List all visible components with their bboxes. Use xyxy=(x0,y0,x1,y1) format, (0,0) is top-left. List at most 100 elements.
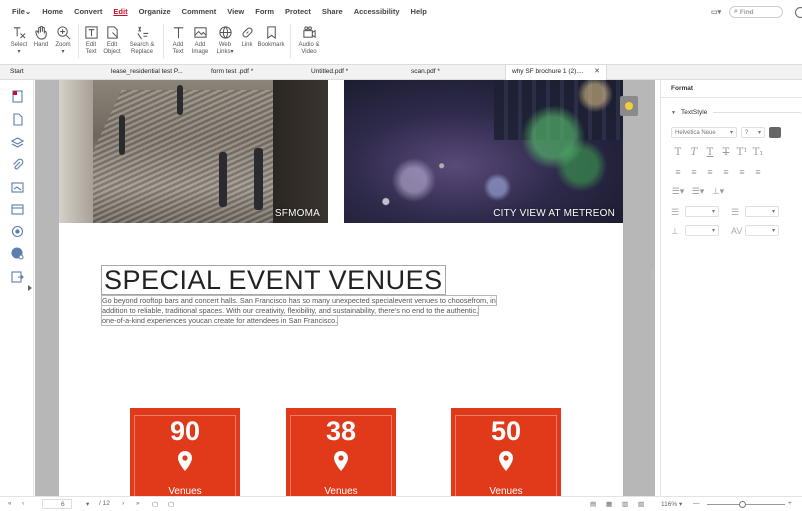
superscript-icon[interactable]: T¹ xyxy=(735,147,749,158)
single-page-view-icon[interactable]: ▢ xyxy=(152,500,158,508)
zoom-out-icon[interactable]: — xyxy=(693,500,700,507)
location-pin-icon[interactable] xyxy=(11,225,24,238)
export-page-icon[interactable] xyxy=(11,270,24,283)
single-page-layout-icon[interactable]: ▤ xyxy=(590,500,596,508)
menu-organize[interactable]: Organize xyxy=(139,7,171,16)
menu-convert[interactable]: Convert xyxy=(74,7,102,16)
tab-untitled[interactable]: Untitled.pdf * xyxy=(305,65,405,80)
attachment-icon[interactable] xyxy=(11,158,24,171)
collapse-icon: ▼ xyxy=(671,109,676,116)
zoom-level-select[interactable]: 116% ▾ xyxy=(661,500,682,508)
justify-last-icon[interactable]: ≡ xyxy=(751,167,765,177)
menu-file[interactable]: File⌄ xyxy=(12,7,31,16)
menu-comment[interactable]: Comment xyxy=(182,7,217,16)
tab-format[interactable]: Format xyxy=(661,80,802,98)
metreon-photo[interactable]: CITY VIEW AT METREON xyxy=(344,80,623,223)
page-dropdown-icon[interactable]: ▾ xyxy=(86,500,89,508)
facing-layout-icon[interactable]: ▥ xyxy=(622,500,628,508)
close-tab-icon[interactable]: ✕ xyxy=(594,65,600,79)
select-tool[interactable]: Select ▾ xyxy=(8,22,30,56)
italic-icon[interactable]: T xyxy=(687,147,701,158)
venue-stat-card[interactable]: 38 Venues xyxy=(286,408,396,496)
tab-scan[interactable]: scan.pdf * xyxy=(405,65,505,80)
justify-icon[interactable]: ≡ xyxy=(719,167,733,177)
menu-help[interactable]: Help xyxy=(411,7,427,16)
paragraph-spacing-icon: ☰ xyxy=(731,206,740,217)
subscript-icon[interactable]: T₁ xyxy=(751,147,765,158)
menu-edit[interactable]: Edit xyxy=(113,7,127,16)
first-page-icon[interactable]: « xyxy=(8,500,12,507)
next-page-icon[interactable]: › xyxy=(122,500,124,507)
strikethrough-icon[interactable]: T xyxy=(719,147,733,158)
zoom-tool[interactable]: Zoom ▾ xyxy=(52,22,74,56)
page-number-input[interactable]: 6 xyxy=(42,499,72,509)
add-image-button[interactable]: Add Image xyxy=(188,22,212,56)
stat-label: Venues xyxy=(324,486,358,496)
hand-tool[interactable]: Hand xyxy=(30,22,52,49)
sfmoma-photo[interactable]: SFMOMA xyxy=(59,80,328,223)
menu-form[interactable]: Form xyxy=(255,7,274,16)
page-thumbnails-icon[interactable] xyxy=(11,90,24,103)
menu-home[interactable]: Home xyxy=(42,7,63,16)
character-spacing-select[interactable]: ▾ xyxy=(745,225,779,236)
last-page-icon[interactable]: » xyxy=(136,500,140,507)
edit-object-button[interactable]: Edit Object xyxy=(99,22,125,56)
web-links-button[interactable]: Web Links▾ xyxy=(212,22,238,56)
align-right-icon[interactable]: ≡ xyxy=(703,167,717,177)
find-input[interactable]: ⌕ Find xyxy=(729,6,783,18)
edit-text-button[interactable]: Edit Text xyxy=(83,22,99,56)
textstyle-section-header[interactable]: ▼ TextStyle xyxy=(671,109,801,116)
font-size-select[interactable]: ? ▾ xyxy=(741,127,765,138)
lightbulb-icon[interactable] xyxy=(620,96,638,116)
page-headline[interactable]: SPECIAL EVENT VENUES xyxy=(101,265,446,295)
previous-page-icon[interactable]: ‹ xyxy=(22,500,24,507)
align-left-icon[interactable]: ≡ xyxy=(671,167,685,177)
venue-stat-card[interactable]: 90 Venues xyxy=(130,408,240,496)
menu-accessibility[interactable]: Accessibility xyxy=(354,7,400,16)
bullet-list-icon[interactable]: ☰▾ xyxy=(671,186,685,197)
underline-icon[interactable]: T xyxy=(703,147,717,158)
layers-icon[interactable] xyxy=(10,136,25,149)
font-family-select[interactable]: Helvetica Neue ▾ xyxy=(671,127,737,138)
fields-icon[interactable] xyxy=(11,203,24,216)
continuous-layout-icon[interactable]: ▦ xyxy=(606,500,612,508)
page-icon[interactable] xyxy=(11,113,24,126)
text-direction-icon[interactable]: ⊥▾ xyxy=(711,186,725,197)
tab-why-sf-brochure[interactable]: why SF brochure 1 (2).... ✕ xyxy=(505,65,607,80)
search-replace-button[interactable]: Search & Replace xyxy=(125,22,159,56)
menu-protect[interactable]: Protect xyxy=(285,7,311,16)
bold-icon[interactable]: T xyxy=(671,147,685,158)
photo-caption: SFMOMA xyxy=(274,208,320,219)
venue-stat-card[interactable]: 50 Venues xyxy=(451,408,561,496)
expand-sidebar-icon[interactable] xyxy=(28,285,32,291)
menu-view[interactable]: View xyxy=(227,7,244,16)
align-center-icon[interactable]: ≡ xyxy=(687,167,701,177)
panel-layout-dropdown[interactable]: ▭▾ xyxy=(711,7,727,18)
audio-video-button[interactable]: Audio & Video xyxy=(295,22,323,56)
signature-icon[interactable] xyxy=(11,181,24,194)
text-color-swatch[interactable] xyxy=(769,127,781,138)
paragraph-spacing-select[interactable]: ▾ xyxy=(745,206,779,217)
tab-lease-residential[interactable]: lease_residential test P... xyxy=(105,65,205,80)
cover-layout-icon[interactable]: ▧ xyxy=(638,500,644,508)
two-page-view-icon[interactable]: ▢ xyxy=(168,500,174,508)
document-viewer[interactable]: SFMOMA CITY VIEW AT METREON SPECIAL EVEN… xyxy=(35,80,655,496)
tab-start[interactable]: Start xyxy=(4,65,104,80)
pdf-page: SFMOMA CITY VIEW AT METREON SPECIAL EVEN… xyxy=(59,80,623,496)
link-button[interactable]: Link xyxy=(238,22,256,49)
body-paragraph[interactable]: Go beyond rooftop bars and concert halls… xyxy=(101,295,561,326)
zoom-slider-handle[interactable] xyxy=(739,501,746,508)
zoom-slider[interactable] xyxy=(707,504,785,505)
add-text-button[interactable]: Add Text xyxy=(168,22,188,56)
justify-all-icon[interactable]: ≡ xyxy=(735,167,749,177)
panel-resize-handle[interactable] xyxy=(651,270,654,280)
line-spacing-select[interactable]: ▾ xyxy=(685,206,719,217)
menu-share[interactable]: Share xyxy=(322,7,343,16)
numbered-list-icon[interactable]: ☰▾ xyxy=(691,186,705,197)
zoom-in-icon[interactable]: + xyxy=(788,500,792,507)
tab-form-test[interactable]: form test .pdf * xyxy=(205,65,305,80)
globe-search-icon[interactable] xyxy=(11,247,24,260)
bookmark-button[interactable]: Bookmark xyxy=(256,22,286,49)
help-icon[interactable] xyxy=(795,6,802,18)
horizontal-scale-select[interactable]: ▾ xyxy=(685,225,719,236)
